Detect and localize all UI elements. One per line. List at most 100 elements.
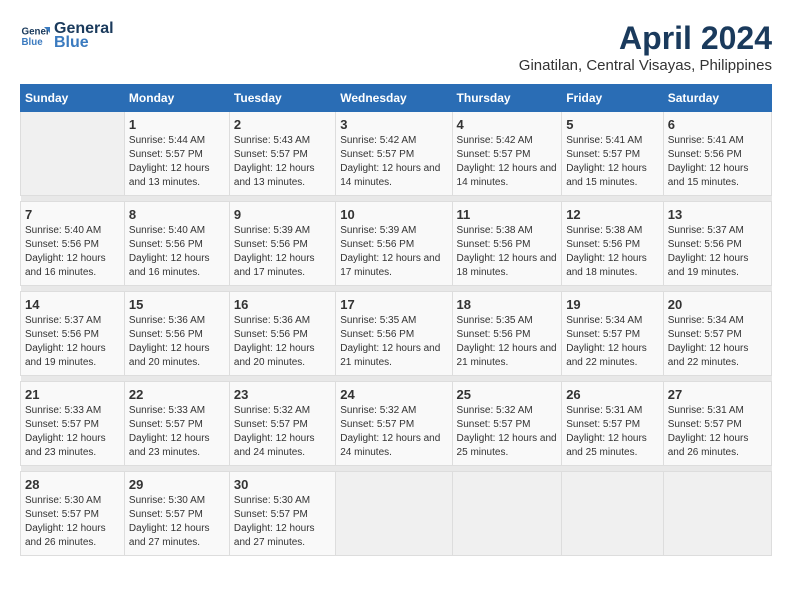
day-info: Sunrise: 5:41 AMSunset: 5:57 PMDaylight:… xyxy=(566,134,659,190)
calendar-cell: 17 Sunrise: 5:35 AMSunset: 5:56 PMDayligh… xyxy=(336,292,452,376)
day-info: Sunrise: 5:36 AMSunset: 5:56 PMDaylight:… xyxy=(234,314,331,370)
day-info: Sunrise: 5:39 AMSunset: 5:56 PMDaylight:… xyxy=(234,224,331,280)
day-info: Sunrise: 5:33 AMSunset: 5:57 PMDaylight:… xyxy=(25,404,120,460)
location: Ginatilan, Central Visayas, Philippines xyxy=(519,57,772,74)
day-number: 22 xyxy=(129,387,225,402)
day-number: 4 xyxy=(457,117,558,132)
calendar-cell: 1 Sunrise: 5:44 AMSunset: 5:57 PMDaylight… xyxy=(124,112,229,196)
calendar-cell: 15 Sunrise: 5:36 AMSunset: 5:56 PMDayligh… xyxy=(124,292,229,376)
calendar-cell: 28 Sunrise: 5:30 AMSunset: 5:57 PMDayligh… xyxy=(21,472,125,556)
day-info: Sunrise: 5:35 AMSunset: 5:56 PMDaylight:… xyxy=(340,314,447,370)
month-year: April 2024 xyxy=(519,20,772,57)
day-info: Sunrise: 5:41 AMSunset: 5:56 PMDaylight:… xyxy=(668,134,767,190)
calendar-cell: 14 Sunrise: 5:37 AMSunset: 5:56 PMDayligh… xyxy=(21,292,125,376)
day-info: Sunrise: 5:42 AMSunset: 5:57 PMDaylight:… xyxy=(457,134,558,190)
calendar-cell: 5Sunrise: 5:41 AMSunset: 5:57 PMDaylight… xyxy=(562,112,664,196)
header-monday: Monday xyxy=(124,85,229,112)
calendar-cell: 20 Sunrise: 5:34 AMSunset: 5:57 PMDayligh… xyxy=(663,292,771,376)
header-tuesday: Tuesday xyxy=(229,85,335,112)
day-number: 17 xyxy=(340,297,447,312)
day-number: 10 xyxy=(340,207,447,222)
calendar-cell: 13 Sunrise: 5:37 AMSunset: 5:56 PMDayligh… xyxy=(663,202,771,286)
svg-text:Blue: Blue xyxy=(22,37,44,48)
calendar-cell: 6 Sunrise: 5:41 AMSunset: 5:56 PMDaylight… xyxy=(663,112,771,196)
day-info: Sunrise: 5:38 AMSunset: 5:56 PMDaylight:… xyxy=(457,224,558,280)
day-info: Sunrise: 5:32 AMSunset: 5:57 PMDaylight:… xyxy=(234,404,331,460)
calendar-cell: 21 Sunrise: 5:33 AMSunset: 5:57 PMDayligh… xyxy=(21,382,125,466)
day-number: 19 xyxy=(566,297,659,312)
calendar-cell: 16Sunrise: 5:36 AMSunset: 5:56 PMDayligh… xyxy=(229,292,335,376)
day-number: 1 xyxy=(129,117,225,132)
day-info: Sunrise: 5:32 AMSunset: 5:57 PMDaylight:… xyxy=(340,404,447,460)
calendar-cell: 9 Sunrise: 5:39 AMSunset: 5:56 PMDaylight… xyxy=(229,202,335,286)
day-info: Sunrise: 5:39 AMSunset: 5:56 PMDaylight:… xyxy=(340,224,447,280)
calendar-row-2: 7 Sunrise: 5:40 AMSunset: 5:56 PMDaylight… xyxy=(21,202,772,286)
day-info: Sunrise: 5:36 AMSunset: 5:56 PMDaylight:… xyxy=(129,314,225,370)
calendar-row-3: 14 Sunrise: 5:37 AMSunset: 5:56 PMDayligh… xyxy=(21,292,772,376)
calendar-cell: 12Sunrise: 5:38 AMSunset: 5:56 PMDayligh… xyxy=(562,202,664,286)
calendar-cell: 7Sunrise: 5:40 AMSunset: 5:56 PMDaylight… xyxy=(21,202,125,286)
calendar-cell: 4 Sunrise: 5:42 AMSunset: 5:57 PMDaylight… xyxy=(452,112,562,196)
calendar-cell: 18 Sunrise: 5:35 AMSunset: 5:56 PMDayligh… xyxy=(452,292,562,376)
day-number: 14 xyxy=(25,297,120,312)
page-header: General Blue General Blue April 2024 Gin… xyxy=(20,20,772,74)
calendar-row-1: 1 Sunrise: 5:44 AMSunset: 5:57 PMDaylight… xyxy=(21,112,772,196)
calendar-cell xyxy=(336,472,452,556)
day-info: Sunrise: 5:35 AMSunset: 5:56 PMDaylight:… xyxy=(457,314,558,370)
calendar-cell: 29Sunrise: 5:30 AMSunset: 5:57 PMDayligh… xyxy=(124,472,229,556)
day-info: Sunrise: 5:33 AMSunset: 5:57 PMDaylight:… xyxy=(129,404,225,460)
day-number: 7 xyxy=(25,207,120,222)
calendar-table: SundayMondayTuesdayWednesdayThursdayFrid… xyxy=(20,84,772,556)
calendar-cell xyxy=(562,472,664,556)
calendar-cell: 19Sunrise: 5:34 AMSunset: 5:57 PMDayligh… xyxy=(562,292,664,376)
day-info: Sunrise: 5:31 AMSunset: 5:57 PMDaylight:… xyxy=(566,404,659,460)
title-block: April 2024 Ginatilan, Central Visayas, P… xyxy=(519,20,772,74)
day-info: Sunrise: 5:30 AMSunset: 5:57 PMDaylight:… xyxy=(25,494,120,550)
day-number: 27 xyxy=(668,387,767,402)
header-saturday: Saturday xyxy=(663,85,771,112)
day-number: 26 xyxy=(566,387,659,402)
calendar-row-5: 28 Sunrise: 5:30 AMSunset: 5:57 PMDayligh… xyxy=(21,472,772,556)
calendar-header-row: SundayMondayTuesdayWednesdayThursdayFrid… xyxy=(21,85,772,112)
calendar-cell: 24Sunrise: 5:32 AMSunset: 5:57 PMDayligh… xyxy=(336,382,452,466)
logo-icon: General Blue xyxy=(20,21,50,51)
day-info: Sunrise: 5:30 AMSunset: 5:57 PMDaylight:… xyxy=(129,494,225,550)
logo: General Blue General Blue xyxy=(20,20,114,52)
calendar-cell: 27 Sunrise: 5:31 AMSunset: 5:57 PMDayligh… xyxy=(663,382,771,466)
calendar-cell: 23 Sunrise: 5:32 AMSunset: 5:57 PMDayligh… xyxy=(229,382,335,466)
day-number: 30 xyxy=(234,477,331,492)
day-number: 21 xyxy=(25,387,120,402)
day-number: 6 xyxy=(668,117,767,132)
day-number: 28 xyxy=(25,477,120,492)
header-sunday: Sunday xyxy=(21,85,125,112)
day-info: Sunrise: 5:30 AMSunset: 5:57 PMDaylight:… xyxy=(234,494,331,550)
day-info: Sunrise: 5:31 AMSunset: 5:57 PMDaylight:… xyxy=(668,404,767,460)
day-info: Sunrise: 5:37 AMSunset: 5:56 PMDaylight:… xyxy=(668,224,767,280)
calendar-cell: 10 Sunrise: 5:39 AMSunset: 5:56 PMDayligh… xyxy=(336,202,452,286)
day-number: 9 xyxy=(234,207,331,222)
day-info: Sunrise: 5:40 AMSunset: 5:56 PMDaylight:… xyxy=(129,224,225,280)
day-info: Sunrise: 5:38 AMSunset: 5:56 PMDaylight:… xyxy=(566,224,659,280)
day-info: Sunrise: 5:44 AMSunset: 5:57 PMDaylight:… xyxy=(129,134,225,190)
day-number: 23 xyxy=(234,387,331,402)
header-wednesday: Wednesday xyxy=(336,85,452,112)
calendar-cell: 30 Sunrise: 5:30 AMSunset: 5:57 PMDayligh… xyxy=(229,472,335,556)
day-info: Sunrise: 5:32 AMSunset: 5:57 PMDaylight:… xyxy=(457,404,558,460)
day-info: Sunrise: 5:37 AMSunset: 5:56 PMDaylight:… xyxy=(25,314,120,370)
day-number: 13 xyxy=(668,207,767,222)
calendar-cell: 11Sunrise: 5:38 AMSunset: 5:56 PMDayligh… xyxy=(452,202,562,286)
day-info: Sunrise: 5:34 AMSunset: 5:57 PMDaylight:… xyxy=(668,314,767,370)
calendar-cell xyxy=(21,112,125,196)
day-number: 15 xyxy=(129,297,225,312)
day-info: Sunrise: 5:42 AMSunset: 5:57 PMDaylight:… xyxy=(340,134,447,190)
calendar-cell: 8Sunrise: 5:40 AMSunset: 5:56 PMDaylight… xyxy=(124,202,229,286)
day-number: 18 xyxy=(457,297,558,312)
day-number: 25 xyxy=(457,387,558,402)
day-number: 3 xyxy=(340,117,447,132)
calendar-cell: 25 Sunrise: 5:32 AMSunset: 5:57 PMDayligh… xyxy=(452,382,562,466)
calendar-row-4: 21 Sunrise: 5:33 AMSunset: 5:57 PMDayligh… xyxy=(21,382,772,466)
day-number: 20 xyxy=(668,297,767,312)
calendar-cell: 2Sunrise: 5:43 AMSunset: 5:57 PMDaylight… xyxy=(229,112,335,196)
calendar-cell xyxy=(663,472,771,556)
header-thursday: Thursday xyxy=(452,85,562,112)
